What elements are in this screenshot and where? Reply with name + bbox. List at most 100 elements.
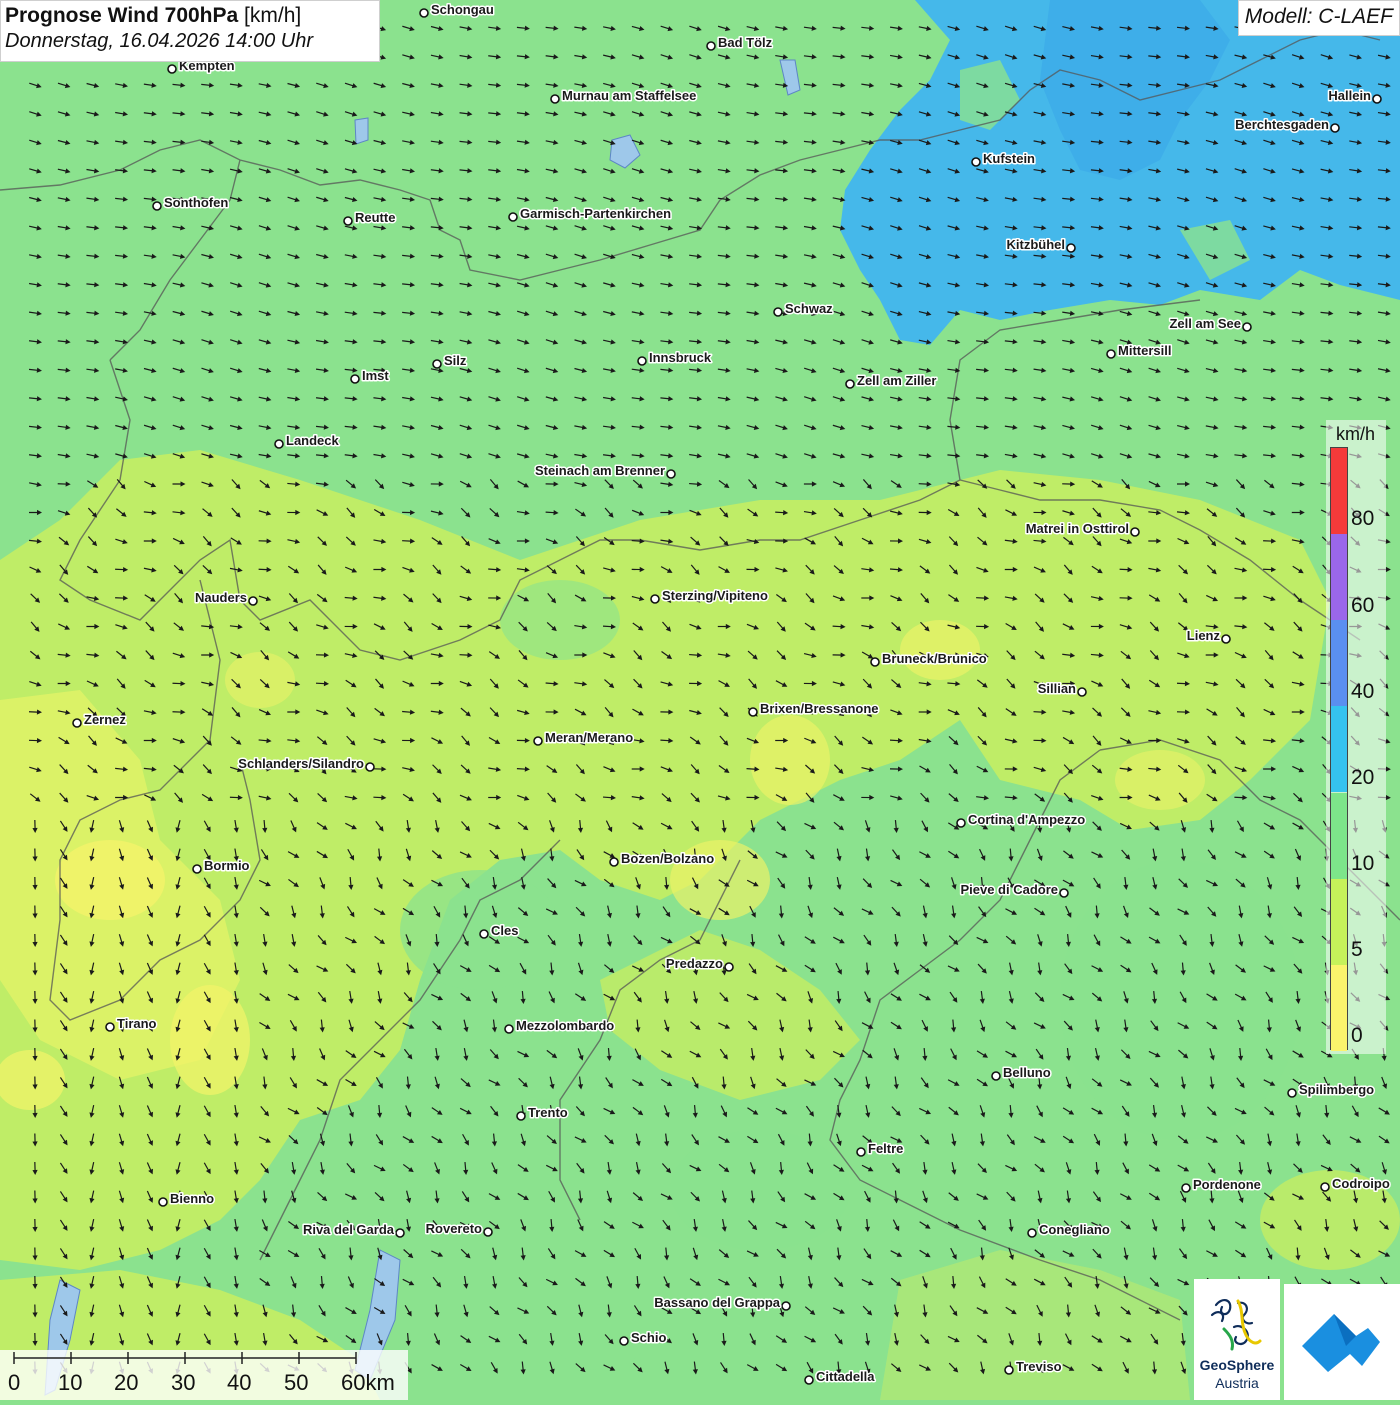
- city-dot: [505, 1025, 513, 1033]
- city-dot: [1067, 244, 1075, 252]
- city-dot: [73, 719, 81, 727]
- city-dot: [344, 217, 352, 225]
- city-label: Zell am See: [1169, 316, 1241, 331]
- city-label: Bozen/Bolzano: [621, 851, 714, 866]
- city-label: Cortina d'Ampezzo: [968, 812, 1085, 827]
- city-label: Belluno: [1003, 1065, 1051, 1080]
- legend-tick-label: 80: [1351, 507, 1374, 531]
- legend-tick-label: 5: [1351, 938, 1363, 962]
- legend-color-segment: [1331, 706, 1347, 792]
- title-box: Prognose Wind 700hPa [km/h] Donnerstag, …: [0, 0, 380, 62]
- city-dot: [620, 1337, 628, 1345]
- city-marker: Steinach am Brenner: [535, 463, 675, 478]
- city-label: Zell am Ziller: [857, 373, 936, 388]
- city-label: Schongau: [431, 2, 494, 17]
- city-marker: Predazzo: [666, 956, 733, 971]
- city-dot: [857, 1148, 865, 1156]
- city-marker: Spilimbergo: [1288, 1082, 1374, 1097]
- city-dot: [1078, 688, 1086, 696]
- city-dot: [1182, 1184, 1190, 1192]
- scale-label: 30: [171, 1370, 195, 1396]
- scale-label: 60km: [341, 1370, 395, 1396]
- city-marker: Riva del Garda: [303, 1222, 404, 1237]
- city-dot: [1107, 350, 1115, 358]
- city-dot: [366, 763, 374, 771]
- city-marker: Brixen/Bressanone: [749, 701, 879, 716]
- city-marker: Cortina d'Ampezzo: [957, 812, 1085, 827]
- city-dot: [610, 858, 618, 866]
- city-marker: Conegliano: [1028, 1222, 1110, 1237]
- city-label: Imst: [362, 368, 389, 383]
- city-label: Schlanders/Silandro: [238, 756, 364, 771]
- legend-unit: km/h: [1336, 424, 1375, 445]
- city-marker: Zell am See: [1169, 316, 1251, 331]
- legend-color-segment: [1331, 534, 1347, 620]
- city-marker: Schongau: [420, 2, 494, 17]
- wetter-app-logo[interactable]: [1284, 1284, 1400, 1400]
- city-label: Tirano: [117, 1016, 157, 1031]
- city-label: Sillian: [1038, 681, 1076, 696]
- wind-map[interactable]: SchongauBad TölzKemptenMurnau am Staffel…: [0, 0, 1400, 1400]
- city-label: Kufstein: [983, 151, 1035, 166]
- city-label: Cittadella: [816, 1369, 875, 1384]
- city-dot: [159, 1198, 167, 1206]
- city-dot: [1288, 1089, 1296, 1097]
- city-label: Steinach am Brenner: [535, 463, 665, 478]
- city-dot: [871, 658, 879, 666]
- city-label: Innsbruck: [649, 350, 712, 365]
- city-dot: [168, 65, 176, 73]
- geosphere-country: Austria: [1194, 1375, 1280, 1391]
- city-marker: Sonthofen: [153, 195, 228, 210]
- city-marker: Cittadella: [805, 1369, 875, 1384]
- scale-label: 40: [227, 1370, 251, 1396]
- city-marker: Garmisch-Partenkirchen: [509, 206, 671, 221]
- city-label: Hallein: [1328, 88, 1371, 103]
- city-label: Cles: [491, 923, 518, 938]
- city-dot: [433, 360, 441, 368]
- city-label: Conegliano: [1039, 1222, 1110, 1237]
- city-dot: [651, 595, 659, 603]
- city-label: Spilimbergo: [1299, 1082, 1374, 1097]
- city-marker: Mezzolombardo: [505, 1018, 614, 1033]
- city-marker: Pieve di Cadore: [960, 882, 1068, 897]
- city-label: Rovereto: [426, 1221, 482, 1236]
- legend-tick-label: 10: [1351, 852, 1374, 876]
- city-label: Meran/Merano: [545, 730, 633, 745]
- city-marker: Kitzbühel: [1007, 237, 1076, 252]
- city-label: Treviso: [1016, 1359, 1062, 1374]
- city-dot: [480, 930, 488, 938]
- city-label: Trento: [528, 1105, 568, 1120]
- legend-tick-label: 60: [1351, 594, 1374, 618]
- city-marker: Bozen/Bolzano: [610, 851, 714, 866]
- city-label: Garmisch-Partenkirchen: [520, 206, 671, 221]
- legend-color-segment: [1331, 965, 1347, 1051]
- city-dot: [509, 213, 517, 221]
- city-label: Codroipo: [1332, 1176, 1390, 1191]
- geosphere-logo[interactable]: GeoSphere Austria: [1194, 1279, 1280, 1400]
- city-dot: [667, 470, 675, 478]
- city-marker: Berchtesgaden: [1235, 117, 1339, 132]
- city-dot: [1321, 1183, 1329, 1191]
- city-dot: [1005, 1366, 1013, 1374]
- city-marker: Meran/Merano: [534, 730, 633, 745]
- city-label: Murnau am Staffelsee: [562, 88, 696, 103]
- city-marker: Bassano del Grappa: [654, 1295, 790, 1310]
- legend-tick-label: 40: [1351, 680, 1374, 704]
- city-label: Sterzing/Vipiteno: [662, 588, 768, 603]
- city-label: Bassano del Grappa: [654, 1295, 780, 1310]
- city-marker: Codroipo: [1321, 1176, 1390, 1191]
- city-label: Mezzolombardo: [516, 1018, 614, 1033]
- city-label: Kitzbühel: [1007, 237, 1066, 252]
- city-label: Pordenone: [1193, 1177, 1261, 1192]
- legend-tick-label: 20: [1351, 766, 1374, 790]
- city-label: Pieve di Cadore: [960, 882, 1058, 897]
- city-label: Riva del Garda: [303, 1222, 395, 1237]
- city-dot: [774, 308, 782, 316]
- city-dot: [517, 1112, 525, 1120]
- legend-color-segment: [1331, 620, 1347, 706]
- city-label: Feltre: [868, 1141, 903, 1156]
- legend-colorbar: [1330, 447, 1348, 1050]
- city-dot: [1222, 635, 1230, 643]
- city-label: Bienno: [170, 1191, 214, 1206]
- title-bold: Prognose Wind 700hPa: [5, 4, 238, 27]
